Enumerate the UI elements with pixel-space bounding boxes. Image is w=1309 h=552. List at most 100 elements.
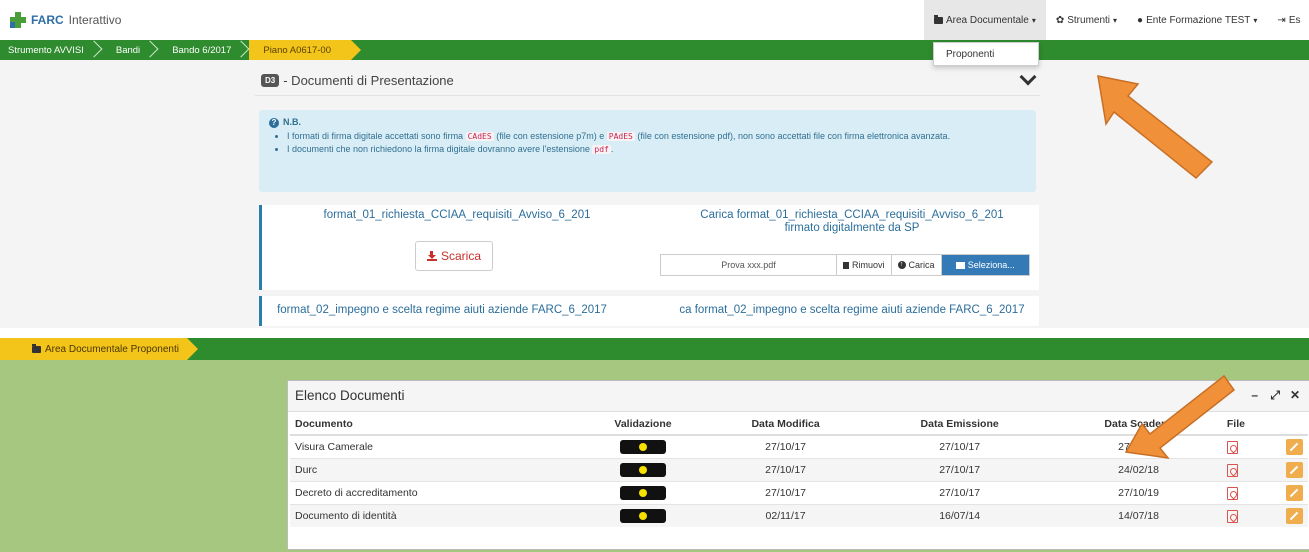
- nav-area-documentale-label: Area Documentale: [946, 14, 1029, 26]
- col-documento[interactable]: Documento: [290, 414, 579, 436]
- lower-crumb-label: Area Documentale Proponenti: [45, 343, 179, 355]
- brand-logo[interactable]: FARC Interattivo: [10, 12, 121, 28]
- cell-documento: Durc: [290, 458, 579, 482]
- info-text: .: [610, 144, 614, 154]
- edit-pencil-icon[interactable]: [1286, 439, 1303, 455]
- info-text: I formati di firma digitale accettati so…: [287, 131, 464, 141]
- upload-circle-icon: ↑: [897, 261, 906, 269]
- cell-data-modifica: 27/10/17: [707, 481, 865, 505]
- folder-open-icon: [955, 261, 965, 269]
- pdf-icon[interactable]: [1226, 486, 1238, 500]
- code-pades: PAdES: [606, 132, 635, 141]
- dropdown-item-proponenti[interactable]: Proponenti: [933, 42, 1039, 66]
- upload-title-line1: Carica format_01_richiesta_CCIAA_requisi…: [700, 209, 1004, 221]
- nav-strumenti-label: Strumenti: [1067, 14, 1111, 26]
- section-header[interactable]: D3 - Documenti di Presentazione: [255, 65, 1040, 96]
- nav-logout-label: Es: [1288, 14, 1301, 26]
- brand-sub: Interattivo: [68, 13, 122, 27]
- remove-button[interactable]: Rimuovi: [837, 255, 892, 275]
- col-actions: [1281, 414, 1308, 436]
- breadcrumb-area-documentale-proponenti[interactable]: Area Documentale Proponenti: [0, 338, 198, 360]
- cross-logo-icon: [10, 12, 26, 28]
- info-text: (file con estensione p7m) e: [496, 131, 605, 141]
- caret-down-icon: ▾: [1113, 15, 1118, 25]
- cell-data-scadenza: 14/07/18: [1055, 504, 1222, 527]
- section-title: - Documenti di Presentazione: [283, 72, 454, 88]
- info-item-2: I documenti che non richiedono la firma …: [287, 143, 1026, 156]
- cell-data-modifica: 27/10/17: [707, 434, 865, 459]
- cell-data-emissione: 27/10/17: [864, 458, 1056, 482]
- breadcrumb-piano: Piano A0617-00: [249, 40, 361, 60]
- trash-icon: [843, 261, 849, 269]
- selected-file-field[interactable]: Prova xxx.pdf: [661, 255, 837, 275]
- pdf-icon[interactable]: [1226, 463, 1238, 477]
- document-row: format_02_impegno e scelta regime aiuti …: [259, 296, 1039, 326]
- validation-toggle[interactable]: [620, 509, 666, 523]
- section-badge: D3: [261, 73, 280, 87]
- question-icon: ?: [269, 117, 279, 128]
- validation-toggle[interactable]: [620, 463, 666, 477]
- cell-validazione: [578, 458, 708, 482]
- cell-validazione: [578, 481, 708, 505]
- table-row: Documento di identità 02/11/17 16/07/14 …: [290, 504, 1308, 527]
- select-file-label: Seleziona...: [967, 260, 1015, 270]
- info-item-1: I formati di firma digitale accettati so…: [287, 130, 1026, 143]
- info-alert: ? N.B. I formati di firma digitale accet…: [259, 110, 1036, 192]
- annotation-arrow: [1097, 75, 1214, 180]
- folder-icon: [934, 14, 943, 24]
- cell-data-scadenza: 27/10/19: [1055, 481, 1222, 505]
- document-row: format_01_richiesta_CCIAA_requisiti_Avvi…: [259, 205, 1039, 290]
- upload-title: Carica format_01_richiesta_CCIAA_requisi…: [662, 209, 1042, 235]
- file-uploader: Prova xxx.pdf Rimuovi ↑ Carica Seleziona…: [660, 254, 1030, 276]
- validation-toggle[interactable]: [620, 486, 666, 500]
- edit-pencil-icon[interactable]: [1286, 508, 1303, 524]
- info-text: I documenti che non richiedono la firma …: [287, 144, 590, 154]
- cell-data-emissione: 27/10/17: [864, 481, 1056, 505]
- col-data-emissione[interactable]: Data Emissione: [864, 414, 1056, 436]
- remove-label: Rimuovi: [852, 260, 885, 270]
- cell-documento: Documento di identità: [290, 504, 579, 527]
- nav-strumenti[interactable]: ✿ Strumenti ▾: [1046, 0, 1127, 40]
- nav-user[interactable]: ● Ente Formazione TEST ▾: [1127, 0, 1267, 40]
- expand-icon[interactable]: ⤢: [1270, 388, 1280, 403]
- cell-file: [1221, 504, 1281, 527]
- cell-data-modifica: 27/10/17: [707, 458, 865, 482]
- user-icon: ●: [1137, 14, 1144, 26]
- validation-toggle[interactable]: [620, 440, 666, 454]
- nav-logout[interactable]: ⇥ Es: [1267, 0, 1300, 40]
- cell-actions: [1281, 458, 1308, 482]
- upload-button[interactable]: ↑ Carica: [891, 255, 942, 275]
- breadcrumb-strumento-avvisi[interactable]: Strumento AVVISI: [0, 40, 102, 60]
- chevron-down-icon[interactable]: [1019, 68, 1037, 86]
- code-pdf: pdf: [592, 145, 611, 154]
- caret-down-icon: ▾: [1031, 15, 1036, 25]
- close-icon[interactable]: ✕: [1290, 388, 1300, 402]
- info-nb-label: N.B.: [283, 117, 301, 127]
- nav-user-label: Ente Formazione TEST: [1146, 14, 1251, 26]
- dropdown-item-label: Proponenti: [946, 48, 995, 60]
- info-list: I formati di firma digitale accettati so…: [269, 130, 1026, 156]
- pdf-icon[interactable]: [1226, 509, 1238, 523]
- select-file-button[interactable]: Seleziona...: [941, 255, 1029, 275]
- nav-area-documentale[interactable]: Area Documentale ▾: [924, 0, 1046, 40]
- cell-documento: Decreto di accreditamento: [290, 481, 579, 505]
- edit-pencil-icon[interactable]: [1286, 462, 1303, 478]
- download-button[interactable]: Scarica: [415, 241, 493, 271]
- cell-data-emissione: 16/07/14: [864, 504, 1056, 527]
- col-data-modifica[interactable]: Data Modifica: [707, 414, 865, 436]
- cell-validazione: [578, 504, 708, 527]
- cell-validazione: [578, 434, 708, 459]
- minimize-icon[interactable]: –: [1251, 388, 1258, 402]
- cell-file: [1221, 481, 1281, 505]
- info-text: (file con estensione pdf), non sono acce…: [637, 131, 951, 141]
- breadcrumb-bandi[interactable]: Bandi: [102, 40, 158, 60]
- upload-title-line2: firmato digitalmente da SP: [784, 222, 920, 234]
- info-nb: ? N.B.: [269, 116, 1026, 129]
- breadcrumb: Strumento AVVISI Bandi Bando 6/2017 Pian…: [0, 40, 1309, 60]
- edit-pencil-icon[interactable]: [1286, 485, 1303, 501]
- document-name: format_02_impegno e scelta regime aiuti …: [277, 304, 607, 316]
- code-cades: CAdES: [465, 132, 494, 141]
- folder-icon: [32, 343, 41, 353]
- breadcrumb-bando[interactable]: Bando 6/2017: [158, 40, 249, 60]
- col-validazione[interactable]: Validazione: [578, 414, 708, 436]
